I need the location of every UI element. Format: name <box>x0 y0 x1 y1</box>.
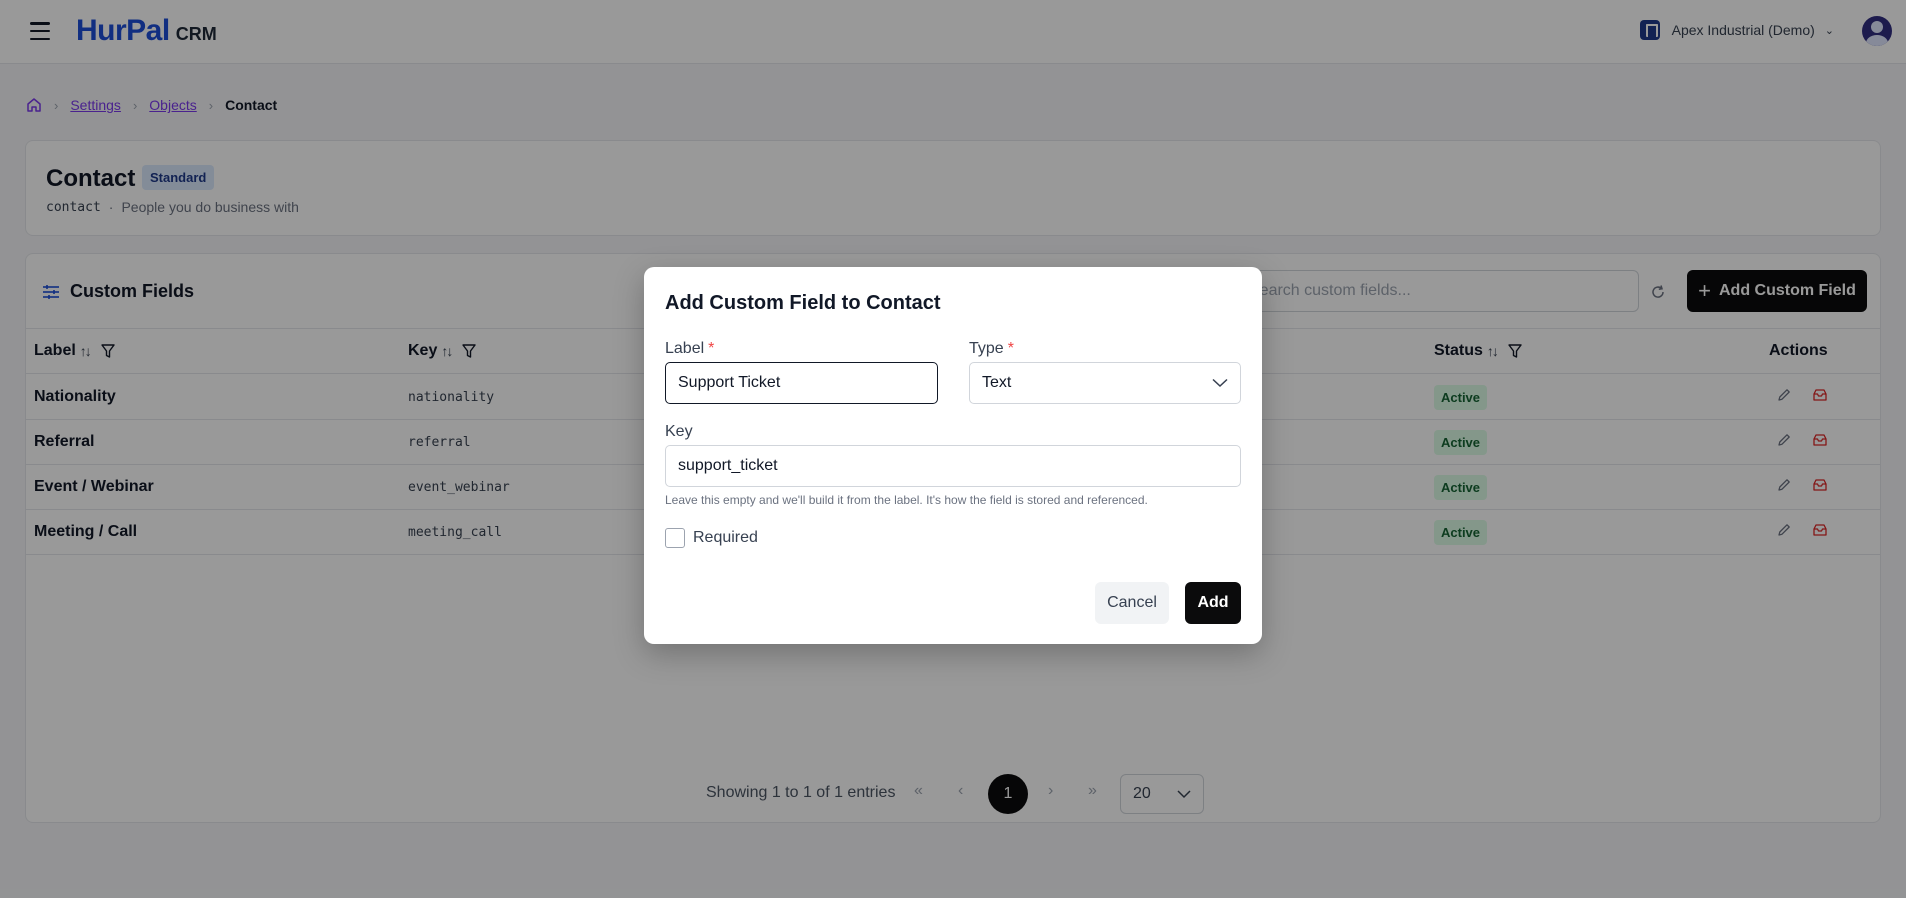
key-help-text: Leave this empty and we'll build it from… <box>665 493 1148 507</box>
label-field-label: Label * <box>665 340 714 358</box>
required-checkbox[interactable] <box>665 528 685 548</box>
required-mark: * <box>708 340 715 357</box>
type-field-label: Type * <box>969 340 1014 358</box>
type-select-value: Text <box>982 374 1012 391</box>
add-button[interactable]: Add <box>1185 582 1241 624</box>
type-select[interactable]: Text <box>969 362 1241 404</box>
add-custom-field-dialog: Add Custom Field to Contact Label* Type*… <box>644 267 1262 644</box>
required-checkbox-label[interactable]: Required <box>693 529 758 547</box>
required-mark: * <box>1007 340 1014 357</box>
label-field-text: Label <box>665 340 705 357</box>
label-input[interactable] <box>665 362 938 404</box>
dialog-title: Add Custom Field to Contact <box>665 292 941 314</box>
type-field-text: Type <box>969 340 1004 357</box>
key-input[interactable] <box>665 445 1241 487</box>
chevron-down-icon <box>1212 378 1228 388</box>
key-field-label: Key <box>665 423 693 440</box>
cancel-button[interactable]: Cancel <box>1095 582 1169 624</box>
